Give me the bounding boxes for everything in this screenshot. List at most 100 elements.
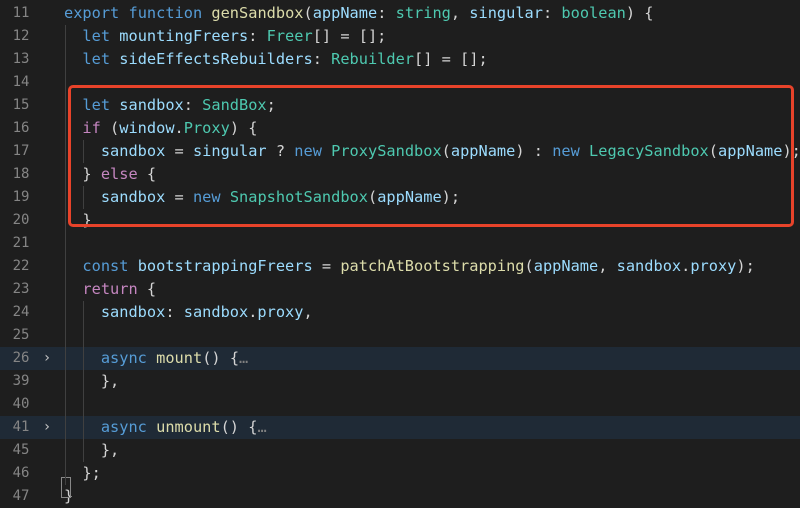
indent-guide <box>83 186 85 209</box>
code-token: ( <box>303 4 313 22</box>
bracket-match-marker <box>61 477 71 498</box>
code-line[interactable]: 39 }, <box>0 370 800 393</box>
code-token: : <box>377 4 396 22</box>
line-number: 20 <box>12 212 30 228</box>
code-token: Rebuilder <box>331 50 414 68</box>
line-number: 39 <box>12 373 30 389</box>
code-line[interactable]: 45 }, <box>0 439 800 462</box>
code-line[interactable]: 12 let mountingFreers: Freer[] = []; <box>0 25 800 48</box>
code-token: async <box>100 418 147 436</box>
code-token: }, <box>64 372 120 390</box>
code-token: unmount <box>156 418 221 436</box>
code-text: async unmount() {… <box>64 416 267 439</box>
code-token: return <box>82 280 138 298</box>
code-line[interactable]: 13 let sideEffectsRebuilders: Rebuilder[… <box>0 48 800 71</box>
code-token: () { <box>202 349 240 367</box>
code-line[interactable]: 47} <box>0 485 800 508</box>
code-token: sideEffectsRebuilders <box>119 50 313 68</box>
code-token: : <box>165 303 184 321</box>
code-line[interactable]: 46 }; <box>0 462 800 485</box>
code-token: let <box>82 50 111 68</box>
code-token: ) { <box>625 4 654 22</box>
code-token: let <box>82 27 111 45</box>
code-token: … <box>239 349 249 367</box>
code-token: appName <box>312 4 378 22</box>
code-line[interactable]: 23 return { <box>0 278 800 301</box>
line-number: 46 <box>12 465 30 481</box>
code-token: : <box>542 4 562 22</box>
line-number: 40 <box>12 396 30 412</box>
code-token: string <box>395 4 451 22</box>
line-number: 12 <box>12 28 30 44</box>
code-text: const bootstrappingFreers = patchAtBoots… <box>64 255 755 278</box>
code-token: proxy <box>257 303 304 321</box>
code-line[interactable]: 26 › async mount() {… <box>0 347 800 370</box>
line-number: 17 <box>12 143 30 159</box>
line-number: 18 <box>12 166 30 182</box>
code-token: patchAtBootstrapping <box>340 257 525 275</box>
code-text: let mountingFreers: Freer[] = []; <box>64 25 386 48</box>
code-token: }, <box>64 441 120 459</box>
code-token: , <box>598 257 617 275</box>
code-token: genSandbox <box>211 4 304 22</box>
code-text: let sideEffectsRebuilders: Rebuilder[] =… <box>64 48 488 71</box>
line-number: 24 <box>12 304 30 320</box>
code-token: const <box>82 257 129 275</box>
code-token: mountingFreers <box>119 27 249 45</box>
line-number: 25 <box>12 327 30 343</box>
highlight-annotation-box <box>68 85 794 227</box>
code-line[interactable]: 22 const bootstrappingFreers = patchAtBo… <box>0 255 800 278</box>
code-token: sandbox <box>100 303 166 321</box>
code-line[interactable]: 41 › async unmount() {… <box>0 416 800 439</box>
code-token: [] = []; <box>414 50 488 68</box>
code-token: function <box>128 4 203 22</box>
fold-chevron-icon[interactable]: › <box>40 347 54 370</box>
code-token: export <box>64 4 120 22</box>
code-text: }, <box>64 439 119 462</box>
indent-guide <box>83 140 85 163</box>
code-text: }, <box>64 370 119 393</box>
code-token: { <box>137 280 157 298</box>
code-token: = <box>312 257 341 275</box>
code-token: [] = []; <box>312 27 387 45</box>
code-editor[interactable]: 47} 46 }; 45 }, 41 › async unmount() {… 40 39 … <box>0 0 800 505</box>
code-token: ); <box>736 257 755 275</box>
code-token: async <box>100 349 147 367</box>
code-line[interactable]: 40 <box>0 393 800 416</box>
code-token: … <box>257 418 267 436</box>
code-token: , <box>303 303 313 321</box>
line-number: 19 <box>12 189 30 205</box>
line-number: 15 <box>12 97 30 113</box>
code-text: sandbox: sandbox.proxy, <box>64 301 313 324</box>
code-line[interactable]: 24 sandbox: sandbox.proxy, <box>0 301 800 324</box>
code-token: , <box>450 4 470 22</box>
code-line[interactable]: 25 <box>0 324 800 347</box>
line-number: 14 <box>12 74 30 90</box>
code-line[interactable]: 11 export function genSandbox(appName: st… <box>0 2 800 25</box>
line-number: 13 <box>12 51 30 67</box>
indent-guide <box>65 25 66 485</box>
line-number: 21 <box>12 235 30 251</box>
line-number: 16 <box>12 120 30 136</box>
code-token: singular <box>469 4 543 22</box>
code-token: : <box>312 50 332 68</box>
code-token: bootstrappingFreers <box>137 257 313 275</box>
line-number: 11 <box>12 5 30 21</box>
code-token: : <box>248 27 267 45</box>
code-line[interactable]: 21 <box>0 232 800 255</box>
line-number: 22 <box>12 258 30 274</box>
fold-chevron-icon[interactable]: › <box>40 416 54 439</box>
code-token: ( <box>524 257 534 275</box>
code-token: sandbox <box>616 257 682 275</box>
